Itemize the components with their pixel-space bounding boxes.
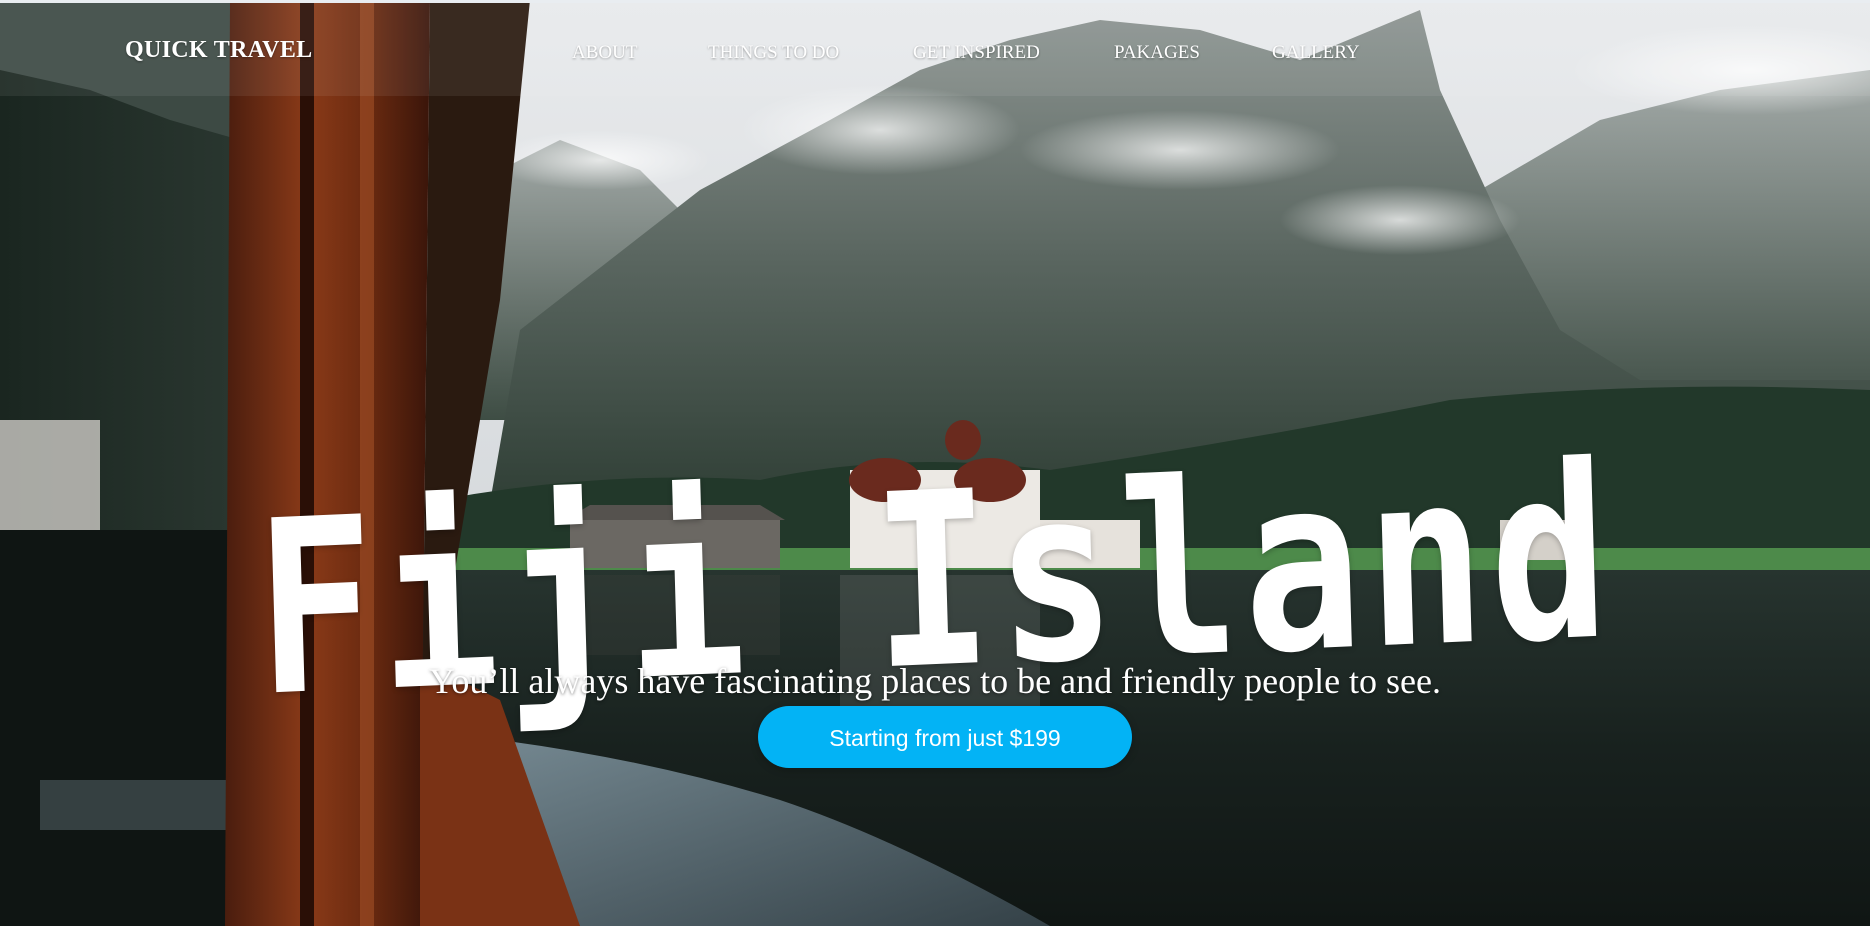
- pricing-cta-button[interactable]: Starting from just $199: [758, 706, 1132, 768]
- brand-logo-link[interactable]: QUICK TRAVEL: [125, 37, 312, 64]
- nav-link-pakages[interactable]: PAKAGES: [1114, 42, 1200, 64]
- nav-link-things-to-do[interactable]: THINGS TO DO: [708, 42, 839, 64]
- top-navigation-bar: QUICK TRAVEL ABOUT THINGS TO DO GET INSP…: [0, 0, 1870, 96]
- nav-link-about[interactable]: ABOUT: [572, 42, 637, 64]
- hero-tagline: You’ll always have fascinating places to…: [428, 661, 1442, 701]
- nav-link-gallery[interactable]: GALLERY: [1272, 42, 1360, 64]
- nav-link-get-inspired[interactable]: GET INSPIRED: [913, 42, 1040, 64]
